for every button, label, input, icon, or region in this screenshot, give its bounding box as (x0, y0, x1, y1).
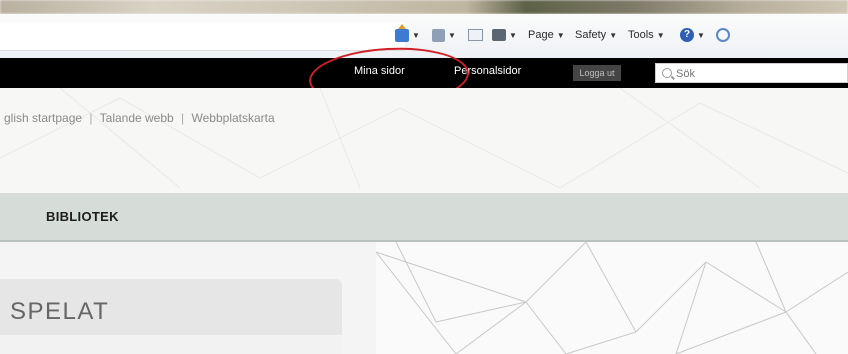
breadcrumb-separator: | (89, 111, 93, 125)
read-mail-button[interactable] (468, 25, 483, 45)
mail-icon (468, 29, 483, 41)
chevron-down-icon: ▼ (412, 30, 420, 40)
breadcrumb: glish startpage | Talande webb | Webbpla… (4, 111, 275, 125)
geometric-pattern-area (376, 242, 848, 354)
breadcrumb-webbplatskarta[interactable]: Webbplatskarta (192, 111, 275, 125)
search-input[interactable] (674, 66, 848, 82)
tools-menu[interactable]: Tools ▼ (628, 25, 665, 45)
chevron-down-icon: ▼ (556, 30, 565, 40)
logout-button[interactable]: Logga ut (573, 65, 621, 81)
search-field[interactable] (655, 63, 848, 83)
breadcrumb-english-startpage[interactable]: glish startpage (4, 111, 82, 125)
research-button[interactable] (716, 25, 730, 45)
page-menu[interactable]: Page ▼ (528, 25, 565, 45)
research-icon (716, 28, 730, 42)
chevron-down-icon: ▼ (697, 30, 705, 40)
card-title: SPELAT (10, 298, 110, 325)
chevron-down-icon: ▼ (609, 30, 618, 40)
search-icon (662, 68, 672, 78)
safety-menu[interactable]: Safety ▼ (575, 25, 617, 45)
geometric-pattern (376, 242, 848, 354)
help-icon: ? (680, 28, 694, 42)
card-body (0, 335, 342, 354)
home-button[interactable]: ▼ (395, 23, 420, 45)
chevron-down-icon: ▼ (656, 30, 665, 40)
chevron-down-icon: ▼ (509, 30, 517, 40)
feed-icon (432, 28, 445, 42)
print-button[interactable]: ▼ (492, 25, 517, 45)
section-title[interactable]: BIBLIOTEK (46, 209, 119, 224)
safety-menu-label: Safety (575, 29, 607, 41)
address-bar-area (0, 22, 405, 51)
header-photo-strip (0, 0, 848, 14)
tools-menu-label: Tools (628, 29, 654, 41)
print-icon (492, 29, 506, 41)
feeds-button[interactable]: ▼ (432, 25, 456, 45)
breadcrumb-separator: | (181, 111, 185, 125)
content-card: SPELAT (0, 279, 342, 354)
section-band: BIBLIOTEK (0, 193, 848, 242)
help-button[interactable]: ? ▼ (680, 25, 705, 45)
home-icon (395, 23, 409, 42)
breadcrumb-talande-webb[interactable]: Talande webb (100, 111, 174, 125)
page-menu-label: Page (528, 29, 554, 41)
chevron-down-icon: ▼ (448, 30, 456, 40)
